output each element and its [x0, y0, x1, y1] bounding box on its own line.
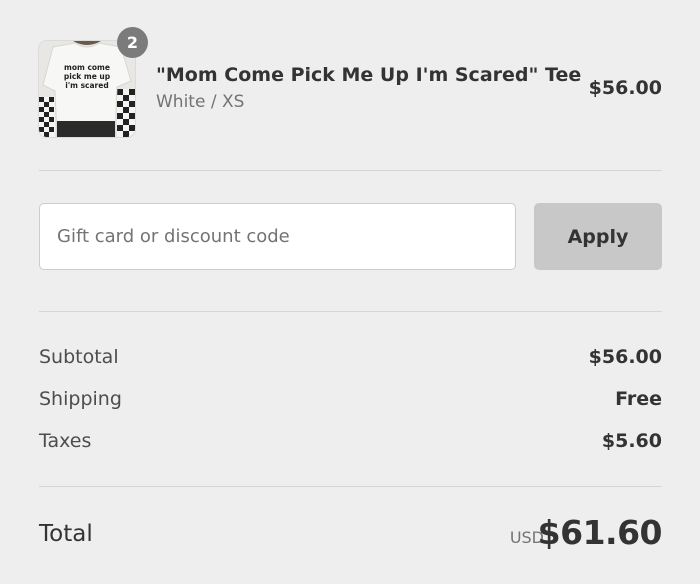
tee-image: mom come pick me up i'm scared — [39, 41, 135, 137]
divider — [39, 311, 662, 312]
shipping-value: Free — [615, 388, 662, 410]
tee-print-line-3: i'm scared — [65, 81, 108, 90]
shipping-label: Shipping — [39, 388, 122, 410]
subtotal-label: Subtotal — [39, 346, 119, 368]
tee-print-line-1: mom come — [64, 63, 110, 72]
taxes-label: Taxes — [39, 430, 92, 452]
subtotal-value: $56.00 — [588, 346, 662, 368]
divider — [39, 486, 662, 487]
tee-print-line-2: pick me up — [64, 72, 111, 81]
apply-button[interactable]: Apply — [534, 203, 662, 270]
checker-pattern-right — [117, 89, 135, 137]
product-price: $56.00 — [588, 77, 662, 99]
line-item: mom come pick me up i'm scared 2 "Mom Co… — [39, 27, 662, 137]
checker-pattern-left — [39, 97, 55, 137]
divider — [39, 170, 662, 171]
total-label: Total — [39, 521, 93, 547]
quantity-badge: 2 — [117, 27, 148, 58]
order-summary: mom come pick me up i'm scared 2 "Mom Co… — [39, 0, 663, 584]
total-value: $61.60 — [537, 513, 663, 552]
product-title: "Mom Come Pick Me Up I'm Scared" Tee — [156, 64, 582, 86]
discount-code-input[interactable] — [39, 203, 516, 270]
taxes-value: $5.60 — [601, 430, 662, 452]
product-thumbnail: mom come pick me up i'm scared — [39, 41, 135, 137]
product-variant: White / XS — [156, 92, 245, 112]
